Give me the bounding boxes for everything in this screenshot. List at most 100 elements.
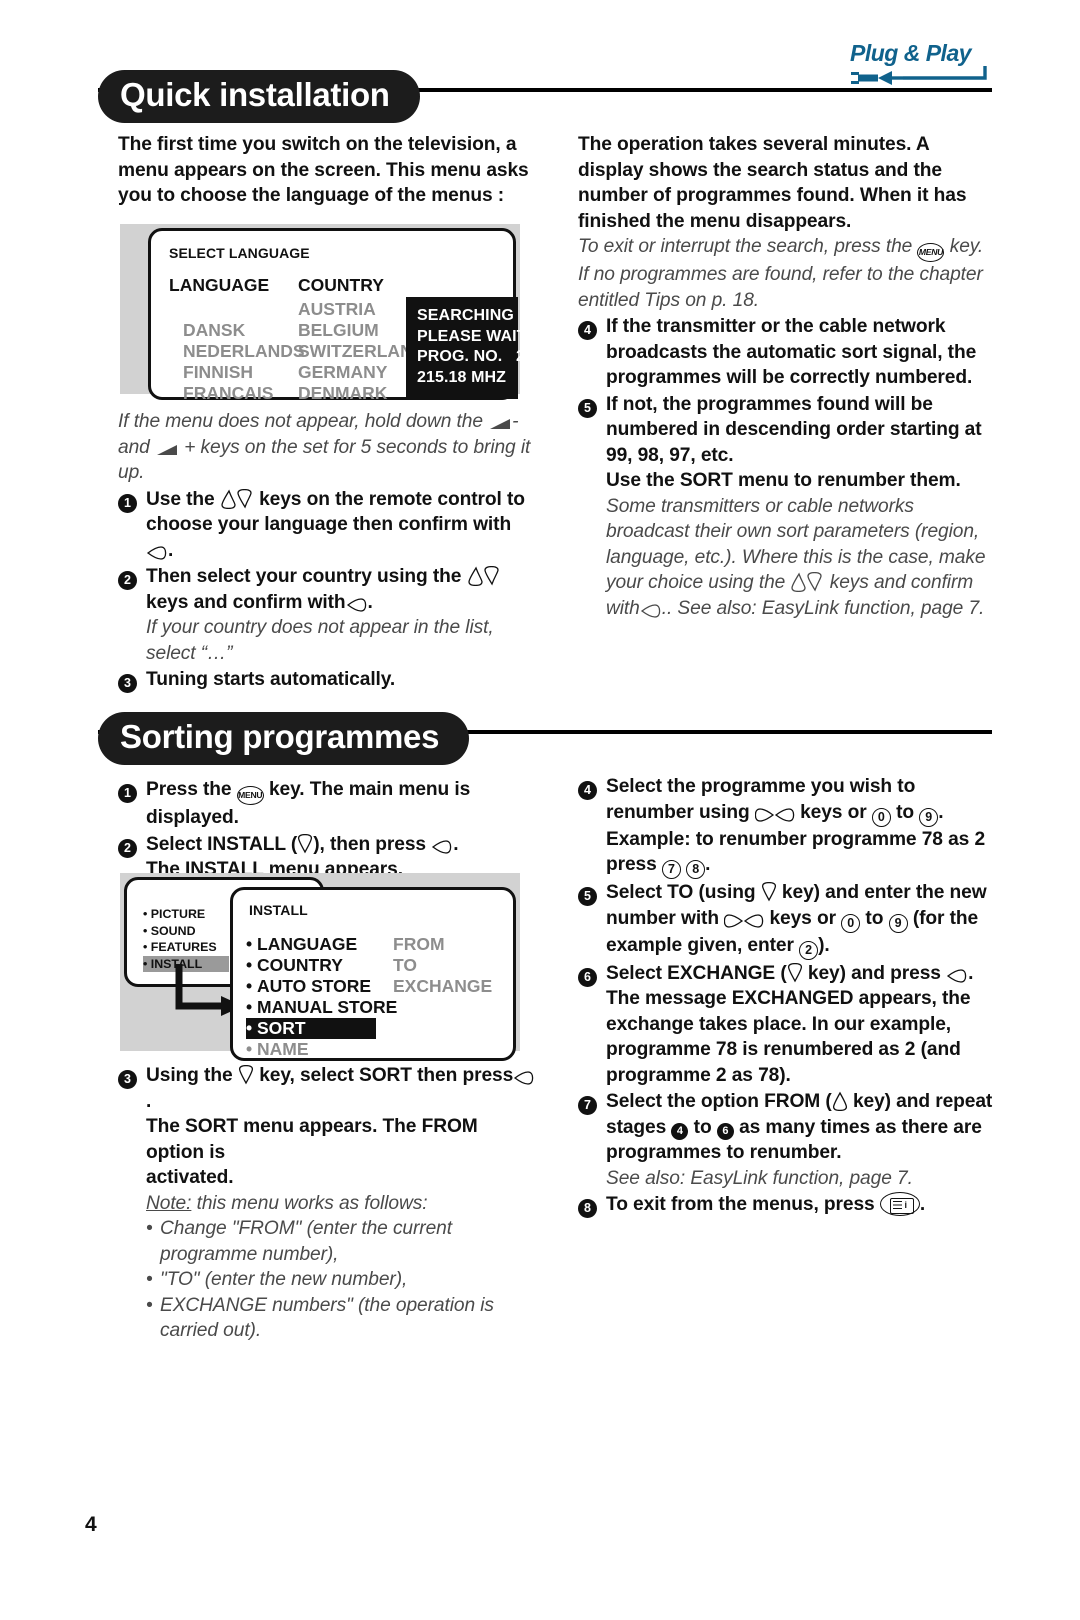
note-line-b: key. (949, 236, 984, 257)
step-number: 5 (578, 880, 606, 909)
stage-badge: 6 (716, 1122, 734, 1140)
section-title: Sorting programmes (98, 712, 470, 765)
install-item-label: NAME (257, 1039, 309, 1059)
digit-key-icon: 0 (841, 913, 861, 933)
sorting-left-column: 1 Press the MENU key. The main menu is d… (118, 776, 538, 883)
step-3: 3 Tuning starts automatically. (118, 667, 533, 696)
main-menu-item[interactable]: • FEATURES (143, 939, 229, 956)
note-line-f: function, page 7. (844, 597, 985, 619)
right-key-icon (346, 597, 368, 612)
osd-country-header: COUNTRY (298, 275, 384, 295)
osd-status-line: 215.18 MHZ (417, 368, 507, 386)
note-line-3: and (118, 436, 150, 458)
step-text: Use the keys on the remote control to ch… (146, 487, 533, 564)
digit-key-icon: 9 (888, 913, 908, 933)
note-line-a: To exit or interrupt the search, press t… (578, 236, 913, 257)
note-line-2: - (512, 411, 519, 432)
osd-title: SELECT LANGUAGE (169, 245, 310, 261)
sort-step-1: 1 Press the MENU key. The main menu is d… (118, 777, 538, 831)
step-text-a: To exit from the menus, press (606, 1194, 875, 1215)
step-text-a: Use the (146, 488, 215, 510)
bullet-text: "TO" (enter the new number), (160, 1269, 408, 1290)
note-line-c: If no programmes are found, refer to the… (578, 264, 983, 285)
volume-key-icon (488, 417, 512, 431)
step-text-c: choose your language then confirm with (146, 514, 512, 535)
osd-language-item: NEDERLANDS (183, 341, 305, 361)
step-number: 2 (118, 564, 146, 593)
install-item-selected[interactable]: • SORT (246, 1018, 376, 1039)
step-text: To exit from the menus, press i. (606, 1192, 996, 1218)
step-text-b: using (698, 801, 750, 823)
install-item-label: MANUAL STORE (257, 997, 398, 1017)
step-text-a: Select INSTALL ( (146, 833, 298, 855)
step-text-a: Select TO (using (606, 882, 756, 903)
step-note: If your country does not appear in the l… (146, 617, 494, 664)
step-text-a: Select EXCHANGE ( (606, 962, 787, 984)
exit-search-note: To exit or interrupt the search, press t… (578, 234, 990, 313)
step-badge: 2 (118, 838, 137, 858)
sort-submenu-item[interactable]: TO (393, 955, 492, 976)
install-panel: INSTALL • LANGUAGE • COUNTRY • AUTO STOR… (230, 887, 516, 1061)
sort-bullet: • "TO" (enter the new number), (146, 1267, 536, 1293)
right-key-icon (640, 603, 662, 618)
step-text-c: . (146, 1090, 152, 1112)
step-badge: 1 (118, 784, 137, 803)
step-text-e: . (938, 801, 944, 823)
step-badge: 8 (578, 1199, 597, 1218)
install-item[interactable]: • LANGUAGE (246, 934, 397, 955)
exit-menu-key-icon: i (879, 1192, 920, 1216)
menu-key-icon: MENU (236, 786, 264, 805)
step-text: Select TO (using key) and enter the new … (606, 880, 996, 960)
main-menu-item[interactable]: • PICTURE (143, 906, 229, 923)
step-number: 5 (578, 392, 606, 421)
bullet-text: EXCHANGE numbers" (the operation is carr… (160, 1294, 494, 1342)
page-number: 4 (85, 1513, 97, 1536)
step-badge: 1 (118, 493, 137, 513)
volume-key-icon (155, 443, 179, 457)
install-item[interactable]: • MANUAL STORE (246, 997, 397, 1018)
step-text-b: keys on the remote control to (259, 488, 525, 510)
manual-page: Plug & Play Quick installation The first… (0, 0, 1080, 1620)
step-badge: 5 (578, 398, 597, 418)
sort-submenu-item[interactable]: FROM (393, 934, 492, 955)
step-text: Select the programme you wish to renumbe… (606, 774, 996, 879)
step-number: 1 (118, 777, 146, 806)
down-key-icon (787, 962, 803, 983)
down-key-icon (297, 833, 313, 854)
step-note: Some transmitters or cable networks broa… (606, 494, 990, 622)
step-badge: 7 (578, 1096, 597, 1115)
osd-status-line: PLEASE WAIT (417, 327, 527, 345)
step-badge: 5 (578, 887, 597, 906)
step-text-f: programmes to renumber. (606, 1142, 842, 1163)
step-text: If not, the programmes found will be num… (606, 392, 990, 622)
step-text-e: to (865, 907, 884, 929)
install-item-label: SORT (257, 1018, 306, 1038)
install-item-label: LANGUAGE (257, 934, 358, 954)
step-text: Select EXCHANGE ( key) and press . The m… (606, 961, 996, 1089)
step-text: Using the key, select SORT then press. T… (146, 1063, 536, 1344)
step-badge: 2 (118, 571, 137, 590)
main-menu-item[interactable]: • SOUND (143, 923, 229, 940)
osd-language-item: FRANCAIS (183, 383, 274, 403)
main-menu-item-label: SOUND (150, 923, 196, 938)
section-banner-sorting-programmes: Sorting programmes (98, 712, 992, 765)
install-item[interactable]: • COUNTRY (246, 955, 397, 976)
install-item[interactable]: • AUTO STORE (246, 976, 397, 997)
install-panel-title: INSTALL (249, 902, 308, 918)
install-items-list: • LANGUAGE • COUNTRY • AUTO STORE • MANU… (246, 934, 397, 1060)
right-key-icon (946, 968, 968, 983)
sort-submenu-item[interactable]: EXCHANGE (393, 976, 492, 997)
step-note: See also: EasyLink function, page 7. (606, 1167, 913, 1189)
step-number: 1 (118, 487, 146, 516)
bullet-dot: • (146, 1218, 153, 1239)
note-line-4: + keys on the set for 5 seconds to bring (184, 436, 516, 458)
step-number: 4 (578, 314, 606, 343)
stage-badge: 4 (671, 1122, 689, 1140)
step-text-c-row: stages 4 to 6 as many times as there are (606, 1115, 996, 1141)
step-text-f: (for the (912, 907, 979, 929)
step-text-h: ). (818, 934, 830, 956)
step-text: Tuning starts automatically. (146, 669, 396, 690)
osd-status-line: SEARCHING (417, 307, 514, 324)
bullet-text: Change "FROM" (enter the current program… (160, 1218, 452, 1265)
install-item[interactable]: • NAME (246, 1039, 397, 1060)
